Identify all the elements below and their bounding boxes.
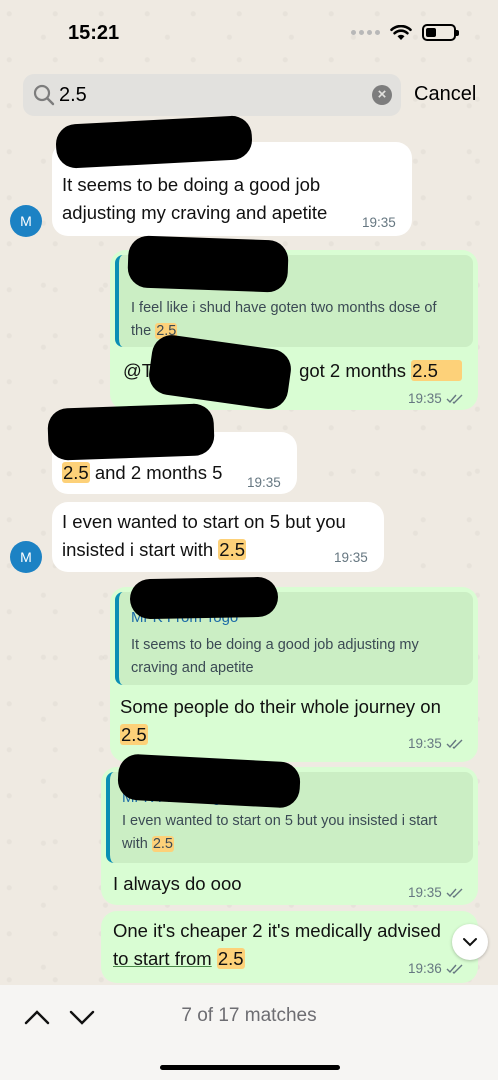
double-check-icon (446, 739, 463, 749)
redaction-mark (127, 235, 289, 293)
status-icons (351, 24, 459, 41)
chevron-down-icon (463, 938, 477, 947)
quoted-message-text: It seems to be doing a good job adjustin… (131, 637, 419, 676)
avatar[interactable]: M (10, 205, 42, 237)
home-indicator (160, 1065, 340, 1070)
search-navigation-bar: 7 of 17 matches (0, 985, 498, 1080)
scroll-to-bottom-button[interactable] (452, 924, 488, 960)
message-time: 19:35 (408, 736, 464, 751)
message-bubble-outgoing[interactable]: One it's cheaper 2 it's medically advise… (101, 911, 478, 983)
double-check-icon (446, 964, 463, 974)
wifi-icon (390, 24, 412, 40)
avatar[interactable]: M (10, 541, 42, 573)
search-highlight: 2.5 (218, 539, 246, 560)
search-input[interactable] (59, 74, 359, 116)
search-highlight: 2.5 (216, 948, 245, 969)
message-time: 19:35 (408, 885, 464, 900)
double-check-icon (446, 394, 463, 404)
status-bar: 15:21 (0, 0, 498, 62)
redaction-mark (116, 753, 302, 809)
clear-search-icon[interactable]: × (372, 85, 392, 105)
redaction-mark (129, 576, 279, 620)
message-time: 19:35 (408, 391, 464, 406)
search-highlight: 2.5 (62, 462, 90, 483)
match-count: 7 of 17 matches (181, 1005, 317, 1026)
cellular-signal-icon (351, 30, 380, 35)
message-text: I always do ooo (113, 873, 242, 894)
double-check-icon (446, 888, 463, 898)
message-time: 19:35 (247, 475, 281, 490)
message-text: 2.5 and 2 months 5 (62, 462, 223, 483)
redaction-mark (47, 403, 215, 461)
battery-icon (422, 24, 459, 41)
search-icon (33, 84, 55, 106)
message-time: 19:36 (408, 961, 464, 976)
quoted-message-text: I even wanted to start on 5 but you insi… (122, 813, 438, 852)
cancel-button[interactable]: Cancel (414, 83, 476, 106)
status-time: 15:21 (68, 22, 120, 44)
message-bubble-incoming[interactable]: I even wanted to start on 5 but you insi… (52, 502, 384, 572)
search-highlight: 2.5 (151, 836, 174, 852)
message-time: 19:35 (362, 215, 396, 230)
search-highlight: 2.5 (120, 724, 148, 745)
message-time: 19:35 (334, 550, 368, 565)
message-text: It seems to be doing a good job adjustin… (62, 174, 328, 223)
search-bar[interactable]: × (23, 74, 401, 116)
search-highlight: 2.5 (411, 360, 462, 381)
